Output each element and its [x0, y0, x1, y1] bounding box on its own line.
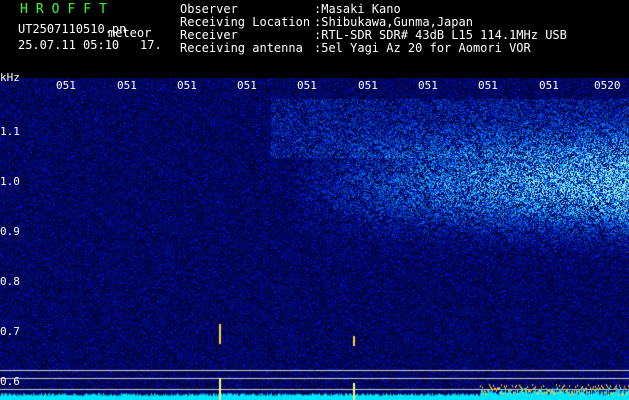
y-tick-label: 0.8	[0, 275, 20, 288]
x-tick-label: 051	[56, 79, 76, 92]
x-tick-label: 051	[117, 79, 137, 92]
y-tick-label: 0.9	[0, 225, 20, 238]
x-tick-label: 051	[358, 79, 378, 92]
x-tick-label: 051	[237, 79, 257, 92]
y-tick-label: 1.0	[0, 175, 20, 188]
x-tick-label: 0520	[594, 79, 621, 92]
extra-label: 17.	[140, 38, 162, 52]
x-tick-label: 051	[177, 79, 197, 92]
brand-title: HROFFT	[20, 2, 115, 17]
spectrogram-canvas	[0, 78, 629, 400]
x-tick-label: 051	[539, 79, 559, 92]
x-tick-label: 051	[297, 79, 317, 92]
datetime-label: 25.07.11 05:10	[18, 38, 120, 52]
y-tick-label: 0.7	[0, 325, 20, 338]
antenna-label: Receiving antenna	[180, 41, 303, 55]
x-tick-label: 051	[478, 79, 498, 92]
antenna-value: :5el Yagi Az 20 for Aomori VOR	[314, 41, 531, 55]
axis-unit-label: kHz	[0, 71, 20, 84]
y-tick-label: 1.1	[0, 125, 20, 138]
x-tick-label: 051	[418, 79, 438, 92]
y-tick-label: 0.6	[0, 375, 20, 388]
header-panel: HROFFT UT2507110510.pn meteor 25.07.11 0…	[0, 0, 629, 78]
